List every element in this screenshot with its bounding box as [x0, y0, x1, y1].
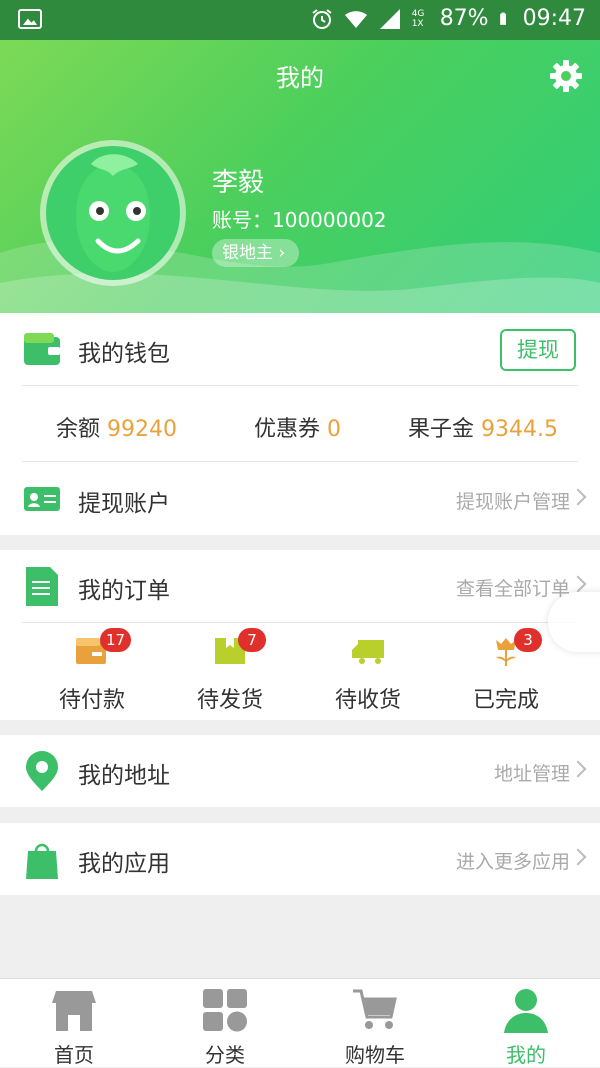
fruit-mascot-icon: [46, 146, 180, 280]
tab-label: 购物车: [345, 1043, 405, 1067]
address-card: 我的地址 地址管理: [0, 735, 600, 807]
order-status-label: 已完成: [472, 688, 539, 713]
gear-icon[interactable]: [548, 58, 584, 94]
chevron-right-icon: [569, 848, 587, 866]
clock: 09:47: [522, 6, 586, 31]
wallet-card: 我的钱包 提现 余额 99240 优惠券 0 果子金 9344.5 提现账户 提…: [0, 313, 600, 535]
coupon-stat[interactable]: 优惠券 0: [254, 411, 341, 443]
gallery-icon: [18, 9, 42, 29]
order-document-icon: [26, 567, 58, 606]
divider: [22, 461, 578, 462]
view-all-orders-link: 查看全部订单: [455, 578, 570, 600]
status-bar: 4G 1X 87% 09:47: [0, 0, 600, 40]
gold-value: 9344.5: [481, 417, 558, 442]
network-label: 4G 1X: [411, 8, 425, 29]
withdraw-account-link: 提现账户管理: [455, 491, 570, 513]
coupon-label: 优惠券: [254, 417, 321, 442]
apps-row[interactable]: 我的应用 进入更多应用: [0, 823, 600, 895]
withdraw-button[interactable]: 提现: [500, 329, 576, 371]
apps-card: 我的应用 进入更多应用: [0, 823, 600, 895]
wifi-icon: [344, 10, 367, 28]
withdraw-account-label: 提现账户: [78, 491, 170, 517]
badge-count: 7: [238, 628, 266, 652]
order-status-label: 待付款: [58, 688, 125, 713]
order-status-label: 待发货: [196, 688, 263, 713]
floating-assistive-button[interactable]: [548, 592, 600, 652]
balance-value: 99240: [107, 417, 178, 442]
shop-icon: [52, 991, 96, 1031]
withdraw-account-row[interactable]: 提现账户 提现账户管理: [0, 463, 600, 535]
apps-label: 我的应用: [78, 851, 170, 877]
chevron-right-icon: [569, 760, 587, 778]
chevron-right-icon: ›: [278, 243, 286, 263]
tab-label: 首页: [54, 1043, 94, 1067]
orders-card: 我的订单 查看全部订单 17 待付款 7 待发货 待收货 3 已完成: [0, 550, 600, 720]
status-indicators: 4G 1X 87% 09:47: [310, 6, 586, 31]
gold-label: 果子金: [408, 417, 475, 442]
wallet-stats: 余额 99240 优惠券 0 果子金 9344.5: [0, 389, 600, 459]
more-apps-link: 进入更多应用: [455, 851, 570, 873]
order-status-list: 17 待付款 7 待发货 待收货 3 已完成: [0, 622, 600, 722]
order-pending-shipment[interactable]: 7 待发货: [170, 628, 290, 714]
location-pin-icon: [26, 751, 58, 791]
order-status-label: 待收货: [334, 688, 401, 713]
address-row[interactable]: 我的地址 地址管理: [0, 735, 600, 807]
orders-row[interactable]: 我的订单 查看全部订单: [0, 550, 600, 622]
battery-icon: [499, 12, 506, 25]
cart-icon: [353, 989, 397, 1029]
address-manage-link: 地址管理: [493, 763, 570, 785]
profile-header: 我的 李毅 账号：100000002 银地主 ›: [0, 40, 600, 313]
avatar[interactable]: [40, 140, 186, 286]
tab-home[interactable]: 首页: [14, 987, 134, 1068]
chevron-right-icon: [569, 488, 587, 506]
tab-category[interactable]: 分类: [165, 987, 285, 1068]
order-pending-receipt[interactable]: 待收货: [308, 634, 428, 714]
order-pending-payment[interactable]: 17 待付款: [32, 628, 152, 714]
page-title: 我的: [276, 64, 324, 92]
alarm-icon: [312, 8, 332, 29]
gold-stat[interactable]: 果子金 9344.5: [408, 411, 558, 443]
bottom-tab-bar: 首页 分类 购物车 我的: [0, 978, 600, 1067]
balance-stat[interactable]: 余额 99240: [56, 411, 177, 443]
id-card-icon: [24, 487, 60, 511]
coupon-value: 0: [327, 417, 342, 442]
shopping-bag-icon: [26, 843, 58, 879]
wallet-icon: [24, 333, 60, 365]
badge-count: 17: [100, 628, 132, 652]
truck-icon: [352, 640, 384, 664]
wallet-label: 我的钱包: [78, 341, 170, 367]
battery-percent: 87%: [439, 6, 489, 31]
member-level-badge[interactable]: 银地主 ›: [212, 239, 300, 267]
divider: [22, 385, 578, 386]
tab-label: 我的: [506, 1043, 546, 1067]
order-completed[interactable]: 3 已完成: [446, 628, 566, 714]
wallet-row: 我的钱包 提现: [0, 313, 600, 385]
category-icon: [203, 989, 247, 1032]
tab-cart[interactable]: 购物车: [315, 987, 435, 1068]
signal-icon: [379, 8, 400, 29]
user-name: 李毅: [212, 168, 265, 198]
tab-mine[interactable]: 我的: [466, 987, 586, 1068]
member-level-label: 银地主: [222, 243, 273, 263]
chevron-right-icon: [569, 575, 587, 593]
balance-label: 余额: [56, 417, 101, 442]
user-account: 账号：100000002: [212, 208, 387, 232]
user-icon: [504, 989, 548, 1033]
orders-label: 我的订单: [78, 578, 170, 604]
tab-label: 分类: [205, 1043, 245, 1067]
address-label: 我的地址: [78, 763, 170, 789]
badge-count: 3: [514, 628, 542, 652]
